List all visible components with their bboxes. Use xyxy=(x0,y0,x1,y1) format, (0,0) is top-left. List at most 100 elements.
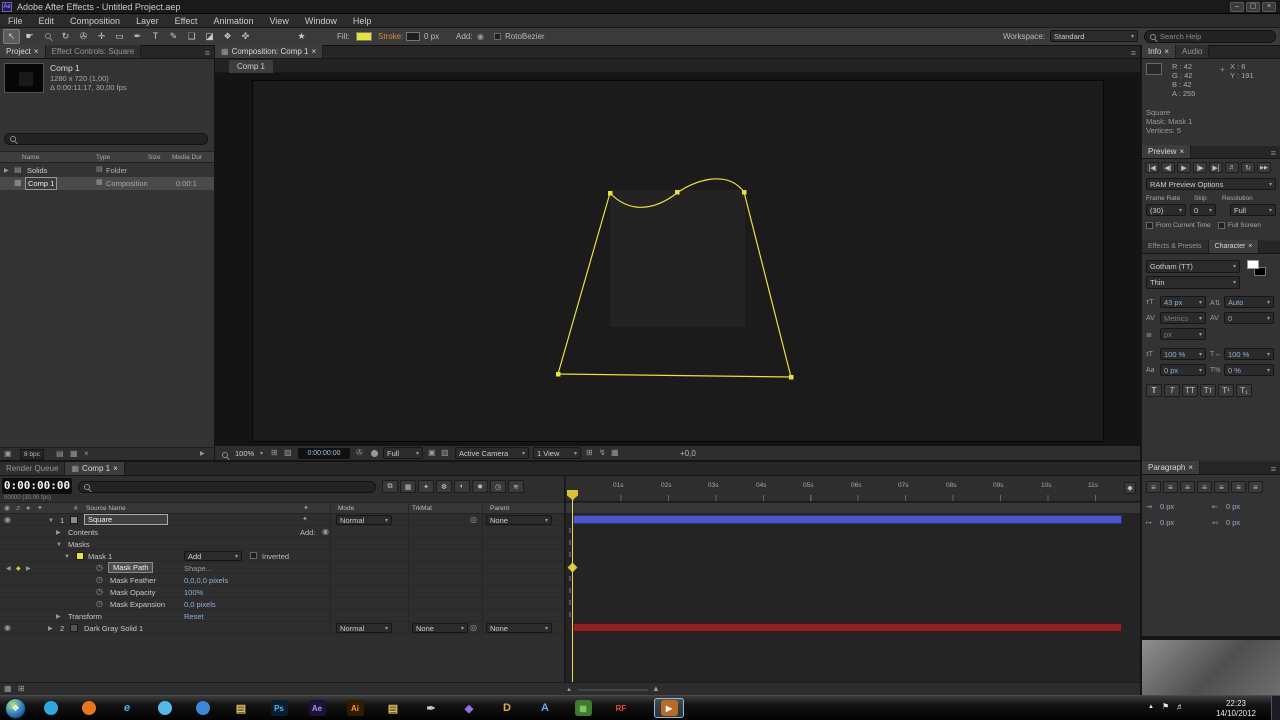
roto-brush-tool[interactable] xyxy=(219,29,236,44)
resolution-select[interactable]: Full xyxy=(383,447,423,459)
mask-vertex[interactable] xyxy=(789,375,794,380)
tab-character[interactable]: Character xyxy=(1208,240,1260,253)
ram-preview-options-select[interactable]: RAM Preview Options xyxy=(1146,178,1276,190)
comp-flowchart-icon[interactable] xyxy=(611,448,619,458)
selection-tool[interactable] xyxy=(3,29,20,44)
type-tool[interactable] xyxy=(147,29,164,44)
mask-opacity-stopwatch-icon[interactable] xyxy=(96,587,103,597)
stroke-width-value[interactable]: 0 px xyxy=(424,32,439,41)
item-name-selected[interactable]: Comp 1 xyxy=(25,177,58,190)
close-icon[interactable] xyxy=(1248,243,1252,250)
start-button[interactable]: ❖ xyxy=(5,698,26,719)
view-layout-select[interactable]: 1 View xyxy=(533,447,581,459)
layer1-switches[interactable] xyxy=(302,515,308,525)
menu-animation[interactable]: Animation xyxy=(205,16,261,26)
show-channel-icon[interactable] xyxy=(371,450,378,457)
previous-keyframe-button[interactable] xyxy=(6,564,11,574)
mask-path-stopwatch-icon[interactable] xyxy=(96,563,103,573)
photoshop-icon[interactable]: Ps xyxy=(264,698,294,718)
cube-icon[interactable]: ◆ xyxy=(454,698,484,718)
skip-select[interactable]: 0 xyxy=(1190,204,1216,216)
mask-expansion-row[interactable]: Mask Expansion 0,0 pixels xyxy=(0,598,564,610)
vertical-scale-select[interactable]: 100 % xyxy=(1160,348,1206,360)
menu-effect[interactable]: Effect xyxy=(167,16,206,26)
pen-tool[interactable] xyxy=(129,29,146,44)
timeline-divider[interactable] xyxy=(564,476,566,682)
shape-tool[interactable] xyxy=(111,29,128,44)
panel-menu-icon[interactable] xyxy=(1267,464,1280,474)
pixel-aspect-icon[interactable] xyxy=(586,448,593,458)
delete-icon[interactable] xyxy=(84,449,89,459)
toggle-pane-icon[interactable] xyxy=(4,684,12,694)
brush-tool[interactable] xyxy=(165,29,182,44)
layer1-parent-pickwhip[interactable] xyxy=(470,515,477,525)
mask-expansion-stopwatch-icon[interactable] xyxy=(96,599,103,609)
puppet-pin-tool[interactable] xyxy=(237,29,254,44)
layer1-parent-select[interactable]: None xyxy=(486,515,552,525)
layer2-mode-select[interactable]: Normal xyxy=(336,623,392,633)
indent-left-value[interactable]: 0 px xyxy=(1160,502,1174,511)
mask-path[interactable] xyxy=(557,178,792,378)
full-screen-checkbox[interactable] xyxy=(1218,222,1225,229)
column-mode[interactable]: Mode xyxy=(338,505,354,512)
first-frame-button[interactable] xyxy=(1145,162,1159,173)
mask1-row[interactable]: Mask 1 Add Inverted xyxy=(0,550,564,562)
justify-last-right-button[interactable] xyxy=(1231,481,1246,493)
twirl-icon[interactable] xyxy=(56,528,61,538)
tab-info[interactable]: Info xyxy=(1142,45,1177,58)
layer1-duration-bar[interactable] xyxy=(573,515,1122,524)
next-frame-button[interactable] xyxy=(1193,162,1207,173)
tsume-select[interactable]: 0 % xyxy=(1224,364,1274,376)
comp-timecode[interactable]: 0:00:00:00 xyxy=(298,448,350,459)
close-icon[interactable] xyxy=(1179,147,1184,156)
mask-feather-value[interactable]: 0,0,0,0 pixels xyxy=(184,576,228,585)
minecraft-icon[interactable]: ▦ xyxy=(568,698,598,718)
space-after-value[interactable]: 0 px xyxy=(1226,518,1240,527)
project-row-solids[interactable]: Solids Folder xyxy=(0,164,214,177)
tab-preview[interactable]: Preview xyxy=(1142,145,1192,158)
close-icon[interactable] xyxy=(1164,47,1169,56)
after-effects-icon[interactable]: Ae xyxy=(302,698,332,718)
layer-row-dark-gray-solid[interactable]: 2 Dark Gray Solid 1 Normal None None xyxy=(0,622,564,634)
firefox-icon[interactable] xyxy=(74,698,104,718)
horizontal-scale-select[interactable]: 100 % xyxy=(1224,348,1274,360)
stroke-color-swatch[interactable] xyxy=(406,32,420,41)
pen-icon[interactable]: ✒ xyxy=(416,698,446,718)
mask-vertex[interactable] xyxy=(608,191,613,196)
small-caps-button[interactable]: Tᴛ xyxy=(1200,384,1216,397)
twirl-icon[interactable] xyxy=(64,552,70,562)
layer2-name[interactable]: Dark Gray Solid 1 xyxy=(84,624,143,633)
comp-marker-bin-button[interactable]: ◆ xyxy=(1124,482,1136,494)
mask-path-row[interactable]: Mask Path Shape... xyxy=(0,562,564,574)
mask-path-value[interactable]: Shape... xyxy=(184,564,212,573)
project-search-input[interactable] xyxy=(4,133,208,145)
hand-tool[interactable] xyxy=(21,29,38,44)
twirl-icon[interactable] xyxy=(48,516,54,526)
justify-last-left-button[interactable] xyxy=(1197,481,1212,493)
current-time-display[interactable]: 0:00:00:00 xyxy=(2,478,72,494)
rf-icon[interactable]: RF xyxy=(606,698,636,718)
close-icon[interactable] xyxy=(113,464,118,473)
align-right-button[interactable] xyxy=(1180,481,1195,493)
maximize-button[interactable] xyxy=(1246,2,1260,12)
eraser-tool[interactable] xyxy=(201,29,218,44)
clone-stamp-tool[interactable] xyxy=(183,29,200,44)
timeline-zoom-in-icon[interactable] xyxy=(652,684,660,694)
menu-help[interactable]: Help xyxy=(345,16,380,26)
column-trkmat[interactable]: TrkMat xyxy=(412,505,432,512)
tracking-select[interactable]: 0 xyxy=(1224,312,1274,324)
magnification-select[interactable]: 100% xyxy=(232,447,266,459)
next-keyframe-button[interactable] xyxy=(26,564,31,574)
star-icon[interactable] xyxy=(293,29,310,44)
comp-mini-flowchart-button[interactable]: ⧉ xyxy=(382,480,398,493)
close-button[interactable] xyxy=(1262,2,1276,12)
time-ruler[interactable]: 01s 02s 03s 04s 05s 06s 07s 08s 09s 10s … xyxy=(566,479,1140,502)
layer2-eye-icon[interactable] xyxy=(4,623,11,633)
previous-frame-button[interactable] xyxy=(1161,162,1175,173)
layer1-color-chip[interactable] xyxy=(70,516,78,524)
layer2-color-chip[interactable] xyxy=(70,624,78,632)
rotobezier-checkbox[interactable] xyxy=(494,33,501,40)
toggle-switches-icon[interactable] xyxy=(18,684,25,694)
column-type[interactable]: Type xyxy=(96,154,110,161)
mask1-inverted-checkbox[interactable] xyxy=(250,552,257,559)
